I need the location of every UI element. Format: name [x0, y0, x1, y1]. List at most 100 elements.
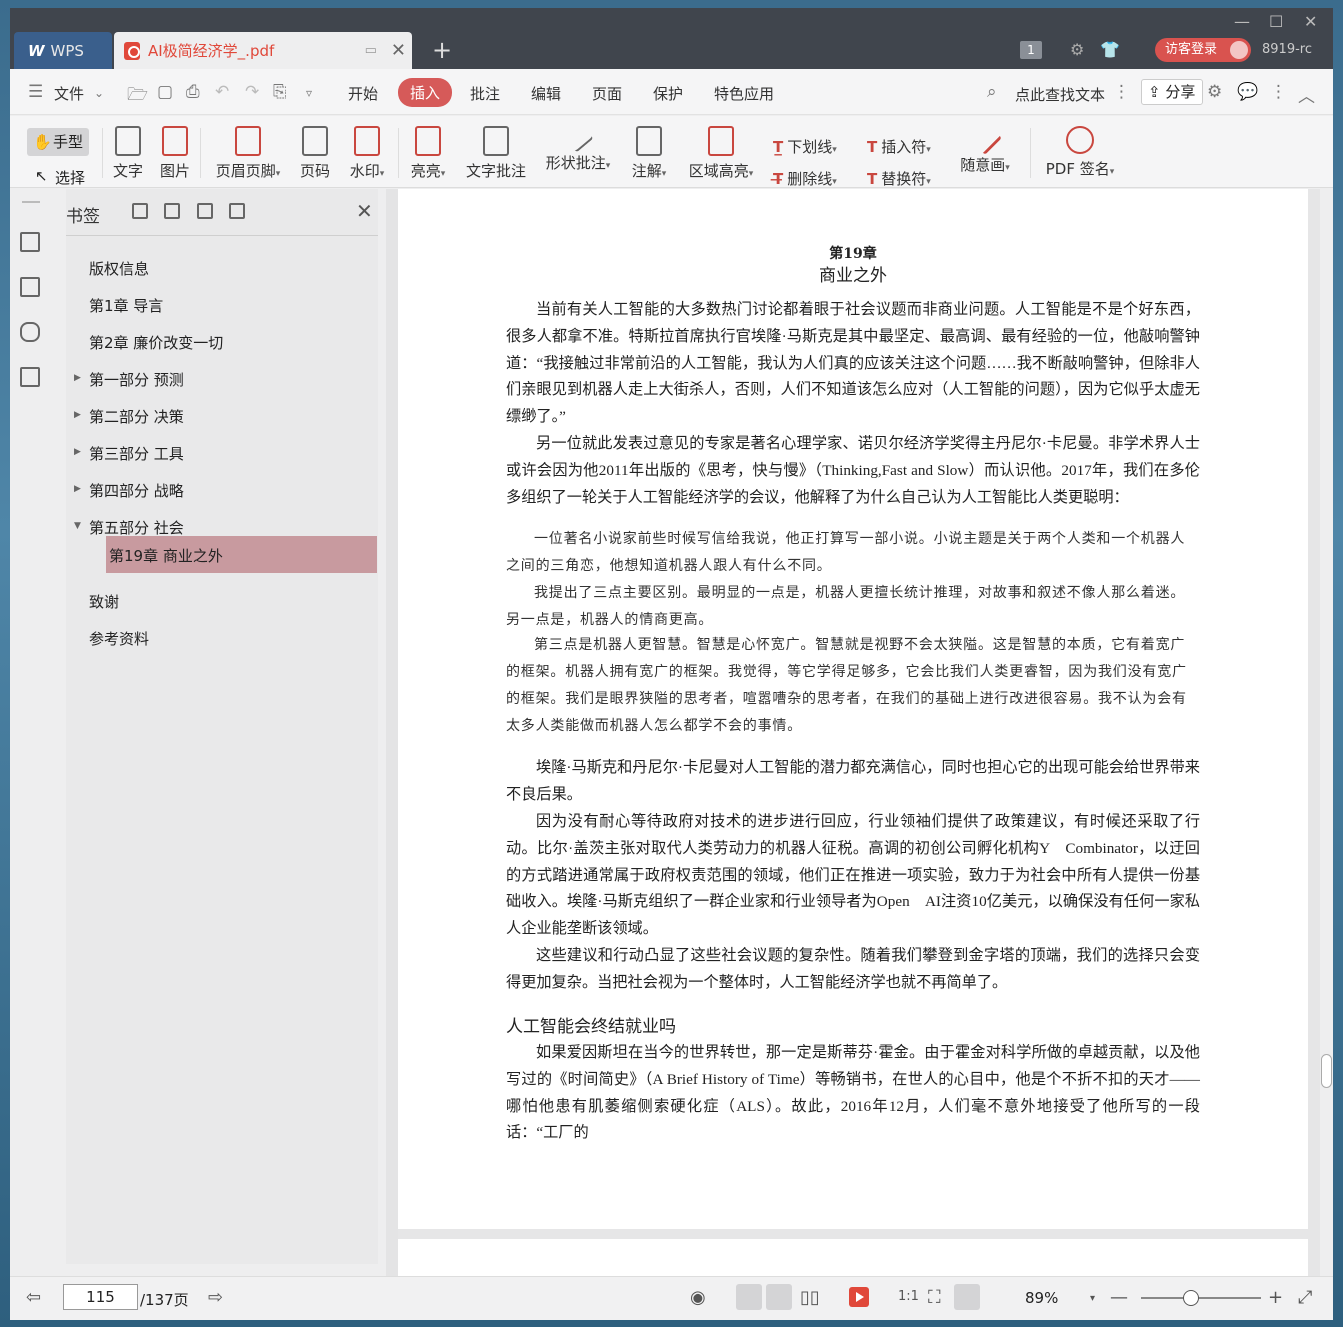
zoom-level[interactable]: 89%	[1025, 1289, 1058, 1307]
select-tool-button[interactable]: ↖ 选择	[35, 167, 85, 188]
dual-page-view-icon[interactable]: ▯▯	[800, 1287, 820, 1308]
bookmark-item[interactable]: 第一部分 预测	[89, 369, 184, 390]
highlight-button[interactable]: 亮亮▾	[408, 126, 448, 181]
bookmark-item[interactable]: 第四部分 战略	[89, 480, 184, 501]
insert-mark-button[interactable]: T 插入符▾	[867, 136, 931, 157]
hand-tool-button[interactable]: ✋ 手型	[27, 128, 89, 156]
add-child-bookmark-icon[interactable]	[164, 203, 180, 219]
expand-arrow-icon[interactable]: ▶	[74, 410, 81, 420]
expand-arrow-icon[interactable]: ▶	[74, 373, 81, 383]
insert-text-button[interactable]: 文字	[112, 126, 144, 181]
underline-button[interactable]: T̲ 下划线▾	[773, 136, 837, 157]
add-bookmark-icon[interactable]	[132, 203, 148, 219]
document-viewport[interactable]: 第19章 商业之外 当前有关人工智能的大多数热门讨论都着眼于社会议题而非商业问题…	[398, 189, 1320, 1276]
expand-arrow-icon[interactable]: ▶	[74, 484, 81, 494]
skin-shirt-icon[interactable]: 👕	[1100, 40, 1120, 59]
annotation-button[interactable]: 注解▾	[628, 126, 670, 181]
shape-comment-button[interactable]: 形状批注▾	[542, 121, 614, 173]
window-count-badge[interactable]: 1	[1020, 41, 1042, 59]
menu-page[interactable]: 页面	[592, 83, 622, 104]
zoom-in-icon[interactable]: +	[1268, 1287, 1283, 1308]
bookmark-item[interactable]: 参考资料	[89, 628, 149, 649]
outline-list-icon[interactable]	[20, 232, 40, 252]
expand-bookmark-icon[interactable]	[197, 203, 213, 219]
continuous-view-button[interactable]	[736, 1284, 762, 1310]
thumbnail-image-icon[interactable]	[20, 277, 40, 297]
pdf-sign-button[interactable]: PDF 签名▾	[1043, 126, 1117, 179]
close-window-icon[interactable]: ✕	[1304, 12, 1317, 31]
freehand-button[interactable]: 随意画▾	[957, 121, 1013, 175]
collapse-arrow-icon[interactable]: ▼	[74, 521, 81, 531]
prev-page-icon[interactable]: ⇦	[26, 1287, 41, 1308]
page-number-input[interactable]: 115	[63, 1284, 138, 1310]
print-icon[interactable]: ⎙	[186, 82, 200, 102]
tag-icon[interactable]	[20, 322, 40, 342]
fit-width-button[interactable]	[954, 1284, 980, 1310]
save-icon[interactable]: ▢	[157, 82, 173, 102]
bookmark-item[interactable]: 第二部分 决策	[89, 406, 184, 427]
zoom-slider-knob[interactable]	[1183, 1290, 1200, 1306]
menu-start[interactable]: 开始	[348, 83, 378, 104]
strikethrough-button[interactable]: T̶ 删除线▾	[773, 168, 837, 189]
actual-size-icon[interactable]: 1:1	[898, 1289, 919, 1304]
more-vertical-icon[interactable]: ⋮	[1113, 82, 1130, 102]
play-slideshow-button[interactable]	[849, 1287, 869, 1307]
scrollbar-thumb[interactable]	[1321, 1054, 1332, 1088]
bookmark-item[interactable]: 第1章 导言	[89, 295, 163, 316]
bookmark-item[interactable]: 致谢	[89, 591, 119, 612]
tab-document[interactable]: AI极简经济学_.pdf ▭ ✕	[114, 32, 412, 69]
close-panel-icon[interactable]: ✕	[356, 199, 373, 223]
bookmark-item[interactable]: 版权信息	[89, 258, 149, 279]
file-menu[interactable]: 文件	[54, 83, 84, 104]
export-icon[interactable]: ⎘	[273, 82, 287, 102]
maximize-icon[interactable]: ☐	[1269, 12, 1283, 31]
share-button[interactable]: ⇪ 分享	[1141, 79, 1203, 105]
menu-special[interactable]: 特色应用	[714, 83, 774, 104]
close-tab-icon[interactable]: ✕	[391, 40, 406, 61]
zoom-dropdown-icon[interactable]: ▾	[1090, 1293, 1095, 1304]
page-number-button[interactable]: 页码	[298, 126, 332, 181]
header-footer-button[interactable]: 页眉页脚▾	[210, 126, 286, 181]
gear-icon[interactable]: ⚙	[1207, 82, 1222, 102]
signature-panel-icon[interactable]	[20, 367, 40, 387]
hamburger-icon[interactable]: ☰	[28, 82, 43, 102]
redo-icon[interactable]: ↷	[245, 82, 259, 102]
zoom-slider-track[interactable]	[1141, 1297, 1261, 1299]
bookmark-item-active[interactable]: 第19章 商业之外	[106, 536, 377, 573]
menu-edit[interactable]: 编辑	[531, 83, 561, 104]
watermark-button[interactable]: 水印▾	[346, 126, 388, 181]
more-quick-icon[interactable]: ▿	[306, 86, 312, 100]
single-page-view-button[interactable]	[766, 1284, 792, 1310]
more-menu-icon[interactable]: ⋮	[1270, 82, 1287, 102]
text-comment-button[interactable]: 文字批注	[465, 126, 527, 181]
message-icon[interactable]: 💬	[1237, 82, 1258, 102]
replace-mark-button[interactable]: T 替换符▾	[867, 168, 931, 189]
bookmark-item[interactable]: 第三部分 工具	[89, 443, 184, 464]
area-highlight-button[interactable]: 区域高亮▾	[686, 126, 756, 181]
undo-icon[interactable]: ↶	[215, 82, 229, 102]
search-icon[interactable]: ⌕	[987, 82, 997, 102]
panel-splitter[interactable]	[386, 189, 398, 1276]
open-folder-icon[interactable]: 🗁	[127, 82, 148, 111]
guest-login-button[interactable]: 访客登录	[1155, 38, 1251, 62]
new-tab-button[interactable]: +	[432, 36, 452, 64]
eye-protect-icon[interactable]: ◉	[690, 1287, 706, 1308]
tab-wps-home[interactable]: W WPS	[14, 32, 112, 69]
fullscreen-icon[interactable]: ⤢	[1298, 1287, 1312, 1308]
collapse-ribbon-icon[interactable]: ︿	[1298, 82, 1315, 107]
bookmark-settings-icon[interactable]	[229, 203, 245, 219]
menu-insert[interactable]: 插入	[398, 78, 453, 107]
zoom-out-icon[interactable]: —	[1110, 1287, 1128, 1308]
vertical-scrollbar[interactable]	[1320, 189, 1333, 1276]
settings-shield-icon[interactable]: ⚙	[1070, 40, 1084, 59]
bookmark-item[interactable]: 第五部分 社会	[89, 517, 184, 538]
next-page-icon[interactable]: ⇨	[208, 1287, 223, 1308]
chevron-down-icon[interactable]: ⌄	[94, 86, 104, 100]
menu-protect[interactable]: 保护	[653, 83, 683, 104]
insert-image-button[interactable]: 图片	[158, 126, 192, 181]
menu-comment[interactable]: 批注	[470, 83, 500, 104]
minimize-icon[interactable]: —	[1234, 12, 1250, 31]
fit-page-icon[interactable]: ⛶	[928, 1287, 941, 1308]
expand-arrow-icon[interactable]: ▶	[74, 447, 81, 457]
monitor-icon[interactable]: ▭	[365, 43, 377, 58]
